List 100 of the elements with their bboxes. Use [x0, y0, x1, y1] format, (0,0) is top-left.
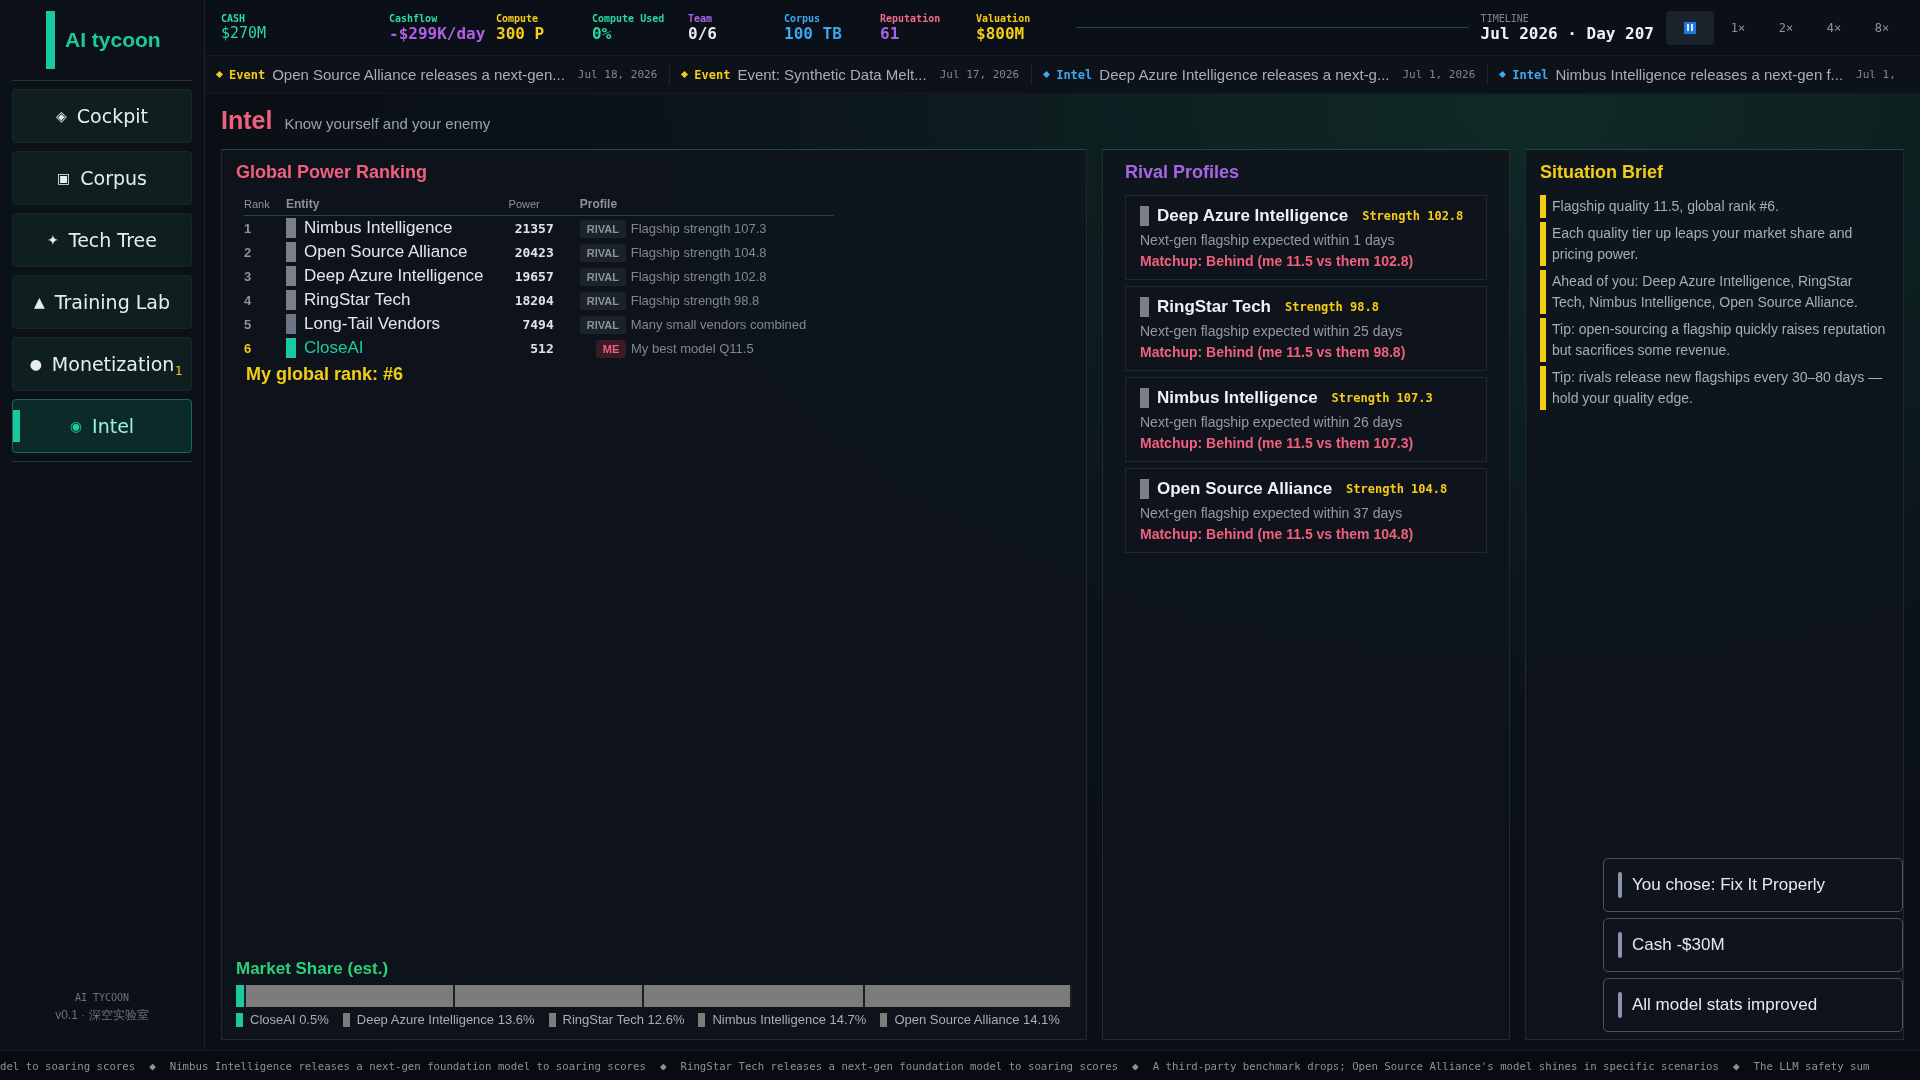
entity-name: CloseAI [304, 338, 364, 358]
news-headline[interactable]: Open Source Alliance releases a next-gen... [272, 66, 565, 83]
entity-name: RingStar Tech [304, 290, 411, 310]
news-tag: Intel [1512, 67, 1549, 82]
page-subtitle: Know yourself and your enemy [284, 115, 491, 132]
brief-item: Each quality tier up leaps your market share and pricing power. [1540, 222, 1889, 266]
stat-label: Corpus [784, 12, 822, 24]
nav-item[interactable]: ◈ Cockpit [12, 89, 192, 143]
legend-label: Nimbus Intelligence 14.7% [712, 1012, 867, 1027]
column-header: Power [508, 195, 580, 216]
news-tag: Event [694, 67, 731, 82]
ticker-text: Nimbus Intelligence releases a next-gen foundation model to soaring scores [169, 1059, 646, 1073]
rank-cell: 4 [244, 288, 286, 312]
brief-item: Tip: open-sourcing a flagship quickly raises reputation but sacrifices some revenue. [1540, 318, 1889, 362]
logo-mark [46, 11, 55, 69]
news-headline[interactable]: Deep Azure Intelligence releases a next-g... [1099, 66, 1390, 83]
rank-cell: 3 [244, 264, 286, 288]
matchup-text: Matchup: Behind (me 11.5 vs them 98.8) [1140, 344, 1407, 360]
matchup-text: Matchup: Behind (me 11.5 vs them 102.8) [1140, 253, 1415, 269]
nav-item[interactable]: ✦ Tech Tree [12, 213, 192, 267]
entity-tag: RIVAL [579, 292, 626, 310]
page-title: Intel [221, 106, 273, 135]
news-date: Jul 18, 2026 [577, 68, 658, 81]
entity-tag: RIVAL [579, 220, 626, 238]
rank-cell: 6 [244, 336, 286, 360]
news-date: Jul 17, 2026 [939, 68, 1020, 81]
speed-button[interactable]: 4× [1810, 10, 1858, 45]
brief-item: Flagship quality 11.5, global rank #6. [1540, 195, 1889, 218]
notification-toast: All model stats improved [1603, 978, 1903, 1032]
separator-icon: ◆ [659, 1059, 667, 1073]
entity-tag: RIVAL [579, 244, 626, 262]
rank-cell: 1 [244, 215, 286, 240]
rival-name: RingStar Tech [1140, 297, 1271, 317]
expected-text: Next-gen flagship expected within 37 days [1140, 505, 1404, 521]
stat-value: -$299K/day [389, 23, 487, 43]
entity-name: Deep Azure Intelligence [304, 266, 484, 286]
stat-value: 300 P [496, 23, 546, 43]
nav-item[interactable]: ▲ Training Lab [12, 275, 192, 329]
brief-item: Tip: rivals release new flagships every 30–80 days — hold your quality edge. [1540, 366, 1889, 410]
news-date: Jul 1, 2026 [1402, 68, 1476, 81]
app-logo: AI tycoon [65, 28, 161, 52]
rank-cell: 2 [244, 240, 286, 264]
stat-label: Compute [496, 12, 540, 24]
timeline-date: Jul 2026 · Day 207 [1480, 23, 1654, 43]
news-date: Jul 1, [1856, 68, 1896, 81]
speed-button[interactable]: 1× [1714, 10, 1762, 45]
news-tag: Event [229, 67, 266, 82]
speed-button[interactable]: 2× [1762, 10, 1810, 45]
panel-title: Rival Profiles [1125, 162, 1241, 183]
notification-count: 1 [175, 364, 183, 378]
legend-swatch [236, 1012, 243, 1027]
brief-item: Ahead of you: Deep Azure Intelligence, RingStar Tech, Nimbus Intelligence, Open Source Alliance. [1540, 270, 1889, 314]
notification-toast: You chose: Fix It Properly [1603, 858, 1903, 912]
panel-title: Global Power Ranking [236, 162, 429, 183]
expected-text: Next-gen flagship expected within 26 days [1140, 414, 1404, 430]
profile-text: Flagship strength 107.3 [630, 221, 767, 236]
expected-text: Next-gen flagship expected within 25 days [1140, 323, 1404, 339]
separator-icon: ◆ [1732, 1059, 1740, 1073]
stat-value: 0% [592, 23, 612, 43]
nav-item[interactable]: ▣ Corpus [12, 151, 192, 205]
column-header: Profile [579, 195, 834, 216]
stat-value: 61 [880, 23, 900, 43]
notification-toast: Cash -$30M [1603, 918, 1903, 972]
rival-name: Deep Azure Intelligence [1140, 206, 1349, 226]
news-tag: Intel [1056, 67, 1093, 82]
market-share-title: Market Share (est.) [236, 959, 390, 979]
stat-value: 0/6 [688, 23, 718, 43]
entity-tag: RIVAL [579, 268, 626, 286]
stat-label: Valuation [976, 12, 1032, 24]
nav-item[interactable]: ◉ Intel [12, 399, 192, 453]
power-cell-text: 512 [529, 339, 555, 358]
power-cell: 18204 [508, 288, 580, 312]
stat-label: CASH [221, 13, 247, 24]
speed-button[interactable]: 8× [1858, 10, 1906, 45]
entity-name: Long-Tail Vendors [304, 314, 441, 334]
profile-text: Flagship strength 98.8 [630, 293, 760, 308]
stat-label: Reputation [880, 12, 942, 24]
pause-button[interactable] [1666, 10, 1714, 45]
power-cell: 20423 [508, 240, 580, 264]
power-cell: 19657 [508, 264, 580, 288]
expected-text: Next-gen flagship expected within 1 days [1140, 232, 1396, 248]
strength-text: Strength 102.8 [1362, 209, 1464, 223]
column-header: Entity [286, 195, 509, 216]
profile-text: Many small vendors combined [630, 317, 807, 332]
rival-name: Open Source Alliance [1140, 479, 1333, 499]
timeline-label: TIMELINE [1480, 12, 1530, 24]
matchup-text: Matchup: Behind (me 11.5 vs them 107.3) [1140, 435, 1415, 451]
news-headline[interactable]: Event: Synthetic Data Melt... [737, 66, 927, 83]
entity-tag: RIVAL [579, 316, 626, 334]
power-cell: 21357 [508, 215, 580, 240]
stat-label: Team [688, 12, 714, 24]
legend-swatch [698, 1012, 706, 1027]
news-headline[interactable]: Nimbus Intelligence releases a next-gen f... [1555, 66, 1844, 83]
stat-value: $270M [221, 24, 268, 42]
stat-label: Cashflow [389, 12, 439, 24]
profile-text: Flagship strength 104.8 [630, 245, 767, 260]
strength-text: Strength 98.8 [1285, 300, 1379, 314]
rival-name: Nimbus Intelligence [1140, 388, 1318, 408]
legend-swatch [342, 1012, 350, 1027]
stat-value: $800M [976, 23, 1026, 43]
